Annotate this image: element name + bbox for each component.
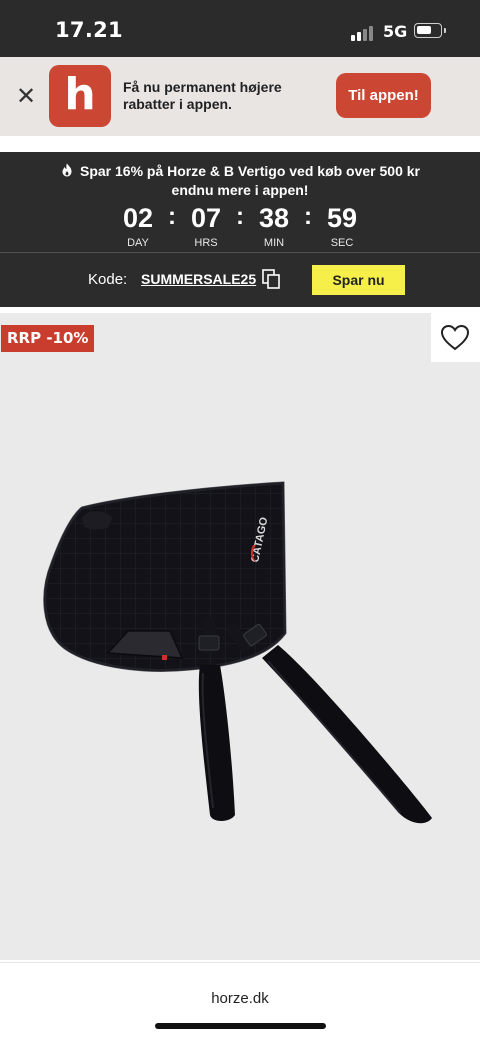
status-time: 17.21 bbox=[55, 18, 123, 42]
countdown-label: HRS bbox=[194, 237, 218, 249]
copy-icon[interactable] bbox=[262, 269, 280, 289]
heart-icon bbox=[440, 324, 470, 351]
home-indicator[interactable] bbox=[155, 1023, 326, 1029]
countdown-days: 02 DAY bbox=[116, 202, 160, 250]
countdown-label: SEC bbox=[330, 237, 354, 249]
spar-nu-button[interactable]: Spar nu bbox=[312, 265, 405, 295]
close-icon[interactable]: ✕ bbox=[16, 84, 36, 108]
countdown-separator: : bbox=[236, 203, 244, 230]
banner-message: Få nu permanent højere rabatter i appen. bbox=[123, 79, 282, 112]
discount-code[interactable]: SUMMERSALE25 bbox=[141, 271, 256, 287]
countdown-separator: : bbox=[168, 203, 176, 230]
code-label: Kode: bbox=[88, 271, 128, 288]
promo-bar: Spar 16% på Horze & B Vertigo ved køb ov… bbox=[0, 152, 480, 307]
app-logo: h bbox=[49, 65, 111, 127]
countdown-timer: 02 DAY : 07 HRS : 38 MIN : 59 SEC bbox=[112, 202, 370, 254]
wishlist-button[interactable] bbox=[431, 313, 480, 362]
flame-icon bbox=[62, 163, 72, 177]
signal-icon bbox=[351, 25, 375, 41]
open-app-button[interactable]: Til appen! bbox=[336, 73, 431, 118]
countdown-value: 59 bbox=[326, 203, 358, 233]
discount-badge: RRP -10% bbox=[1, 325, 95, 352]
countdown-seconds: 59 SEC bbox=[320, 202, 364, 250]
app-banner: ✕ h Få nu permanent højere rabatter i ap… bbox=[0, 57, 480, 136]
countdown-label: DAY bbox=[127, 237, 149, 249]
url-text[interactable]: horze.dk bbox=[0, 990, 480, 1007]
battery-icon bbox=[414, 23, 446, 38]
product-image: CATAGO bbox=[43, 481, 432, 824]
countdown-value: 07 bbox=[190, 203, 222, 233]
countdown-hours: 07 HRS bbox=[184, 202, 228, 250]
countdown-minutes: 38 MIN bbox=[252, 202, 296, 250]
browser-url-bar[interactable]: horze.dk bbox=[0, 962, 480, 1040]
countdown-value: 38 bbox=[258, 203, 290, 233]
countdown-label: MIN bbox=[263, 237, 285, 249]
status-bar: 17.21 5G bbox=[0, 0, 480, 57]
promo-headline: Spar 16% på Horze & B Vertigo ved køb ov… bbox=[79, 163, 421, 198]
countdown-value: 02 bbox=[122, 203, 154, 233]
countdown-separator: : bbox=[304, 203, 312, 230]
promo-headline-container: Spar 16% på Horze & B Vertigo ved køb ov… bbox=[40, 162, 440, 200]
network-type: 5G bbox=[383, 22, 408, 41]
divider bbox=[0, 252, 480, 253]
product-gallery[interactable]: CATAGO RRP -10% bbox=[0, 313, 480, 960]
